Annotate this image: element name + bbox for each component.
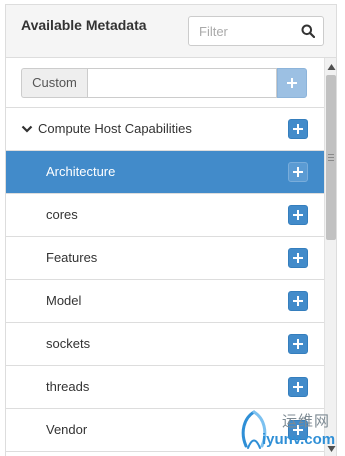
tree-item-architecture[interactable]: Architecture: [6, 151, 324, 194]
tree-group-compute-host-capabilities[interactable]: Compute Host Capabilities: [6, 108, 324, 151]
add-item-button[interactable]: [288, 334, 308, 354]
metadata-panel: Available Metadata Custom Compute Host C…: [5, 4, 337, 456]
tree-item-label: sockets: [46, 336, 91, 351]
filter-box[interactable]: [188, 16, 324, 46]
grip-line: [328, 154, 334, 155]
grip-line: [328, 157, 334, 158]
custom-key-input[interactable]: [87, 68, 277, 98]
tree-item-label: threads: [46, 379, 90, 394]
tree-item-label: Model: [46, 293, 82, 308]
tree-item-model[interactable]: Model: [6, 280, 324, 323]
add-item-button[interactable]: [288, 291, 308, 311]
tree-item-sockets[interactable]: sockets: [6, 323, 324, 366]
plus-icon: [287, 78, 297, 88]
plus-icon: [293, 382, 303, 392]
vertical-scrollbar[interactable]: [324, 58, 336, 456]
watermark-cn-text: 运维网: [282, 412, 331, 430]
tree-item-threads[interactable]: threads: [6, 366, 324, 409]
filter-input[interactable]: [189, 17, 307, 45]
tree-item-label: cores: [46, 207, 78, 222]
plus-icon: [293, 124, 303, 134]
chevron-down-icon[interactable]: [21, 124, 33, 134]
plus-icon: [293, 210, 303, 220]
add-item-button[interactable]: [288, 162, 308, 182]
add-item-button[interactable]: [288, 377, 308, 397]
search-icon[interactable]: [301, 24, 315, 38]
custom-metadata-row: Custom: [6, 58, 324, 108]
plus-icon: [293, 339, 303, 349]
watermark: 运维网 iyunv.com: [236, 408, 341, 453]
grip-line: [328, 160, 334, 161]
custom-label: Custom: [21, 68, 87, 98]
add-item-button[interactable]: [288, 248, 308, 268]
tree-item-label: Vendor: [46, 422, 88, 437]
add-group-button[interactable]: [288, 119, 308, 139]
custom-add-button[interactable]: [277, 68, 307, 98]
scroll-up-arrow-icon[interactable]: [327, 63, 336, 71]
scroll-thumb[interactable]: [326, 75, 336, 240]
panel-heading: Available Metadata: [6, 5, 336, 58]
tree-group-label: Compute Host Capabilities: [38, 121, 192, 136]
tree-item-label: Features: [46, 250, 98, 265]
metadata-tree: Custom Compute Host Capabilities Archite…: [6, 58, 324, 456]
plus-icon: [293, 296, 303, 306]
tree-item-features[interactable]: Features: [6, 237, 324, 280]
add-item-button[interactable]: [288, 205, 308, 225]
tree-item-label: Architecture: [46, 164, 116, 179]
plus-icon: [293, 253, 303, 263]
tree-item-cores[interactable]: cores: [6, 194, 324, 237]
plus-icon: [293, 167, 303, 177]
panel-title: Available Metadata: [21, 17, 147, 33]
watermark-en-text: iyunv.com: [262, 431, 336, 448]
